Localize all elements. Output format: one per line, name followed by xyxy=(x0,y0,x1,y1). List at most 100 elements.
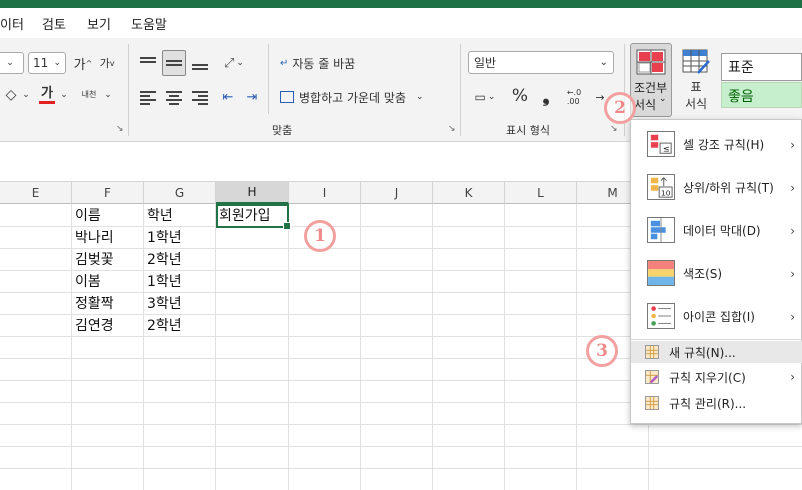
cell-grade[interactable]: 1학년 xyxy=(144,270,182,292)
number-group-launcher[interactable]: ↘ xyxy=(610,124,618,134)
conditional-formatting-button[interactable]: 조건부 서식 ⌄ xyxy=(630,43,672,117)
top-bottom-rules-icon: 10 xyxy=(647,174,675,200)
chevron-right-icon: › xyxy=(790,309,795,324)
alignment-group-launcher[interactable]: ↘ xyxy=(448,124,456,134)
menu-view[interactable]: 보기 xyxy=(87,14,111,33)
menu-data-bars[interactable]: 데이터 막대(D) › xyxy=(631,210,802,251)
cell-name[interactable]: 정활짝 xyxy=(72,292,114,314)
menu-data[interactable]: 이터 xyxy=(0,14,24,33)
font-size-value: 11 xyxy=(33,56,49,70)
chevron-right-icon: › xyxy=(790,223,795,238)
grid-row-line xyxy=(0,468,802,469)
increase-font-button[interactable]: 가 ^ xyxy=(72,52,94,74)
wrap-text-button[interactable]: ↵ 자동 줄 바꿈 xyxy=(280,52,380,74)
menu-clear-rules-label: 규칙 지우기(C) xyxy=(669,370,746,385)
font-color-button[interactable]: 가 xyxy=(36,84,58,106)
font-color-glyph: 가 xyxy=(41,85,53,101)
number-format-dropdown[interactable]: 일반 ⌄ xyxy=(468,51,614,74)
cell-G1[interactable]: 학년 xyxy=(144,204,173,226)
decrease-indent-button[interactable]: ⇤ xyxy=(218,86,238,108)
fill-color-dropdown[interactable]: ⌄ xyxy=(20,84,32,106)
number-group-label: 표시 형식 xyxy=(506,124,550,137)
column-header-k[interactable]: K xyxy=(433,182,505,204)
ribbon-separator xyxy=(268,44,269,114)
menu-top-bottom-rules[interactable]: 10 상위/하위 규칙(T) › xyxy=(631,167,802,208)
increase-decimal-button[interactable]: ←.0 .00 xyxy=(562,84,586,110)
column-header-h[interactable]: H xyxy=(216,182,289,204)
align-top-button[interactable] xyxy=(138,52,158,74)
grid-row-line xyxy=(0,424,802,425)
comma-style-button[interactable]: ❟ xyxy=(536,84,556,108)
cell-name[interactable]: 이봄 xyxy=(72,270,101,292)
cell-style-normal[interactable]: 표준 xyxy=(721,53,802,81)
phonetic-dropdown[interactable]: ⌄ xyxy=(102,84,114,106)
fill-color-button[interactable]: ◇ xyxy=(0,84,22,106)
cell-grade[interactable]: 2학년 xyxy=(144,314,182,336)
phonetic-glyph: 내천 xyxy=(81,90,97,99)
alignment-group-label: 맞춤 xyxy=(272,124,293,137)
increase-indent-button[interactable]: ⇥ xyxy=(242,86,262,108)
cell-F1[interactable]: 이름 xyxy=(72,204,101,226)
currency-icon: ▭ xyxy=(474,90,486,104)
align-right-button[interactable] xyxy=(190,86,210,108)
chevron-down-icon: ⌄ xyxy=(22,90,30,100)
column-header-f[interactable]: F xyxy=(72,182,144,204)
align-bottom-icon xyxy=(192,56,208,70)
chevron-right-icon: › xyxy=(790,180,795,195)
font-color-dropdown[interactable]: ⌄ xyxy=(58,84,70,106)
menu-icon-sets-label: 아이콘 집합(I) xyxy=(683,310,755,324)
cell-grade[interactable]: 3학년 xyxy=(144,292,182,314)
percent-button[interactable]: % xyxy=(508,84,532,108)
align-bottom-button[interactable] xyxy=(190,52,210,74)
menu-color-scales-label: 색조(S) xyxy=(683,267,723,281)
format-as-table-icon xyxy=(682,49,710,74)
menu-icon-sets[interactable]: 아이콘 집합(I) › xyxy=(631,296,802,337)
align-middle-icon xyxy=(166,56,182,70)
cell-name[interactable]: 김벚꽃 xyxy=(72,248,114,270)
accounting-format-button[interactable]: ▭ ⌄ xyxy=(468,86,502,108)
merge-center-button[interactable]: 병합하고 가운데 맞춤 ⌄ xyxy=(280,86,446,108)
decrease-decimal-icon: → xyxy=(595,90,605,104)
cell-grade[interactable]: 2학년 xyxy=(144,248,182,270)
cell-grade[interactable]: 1학년 xyxy=(144,226,182,248)
column-header-i[interactable]: I xyxy=(289,182,361,204)
format-as-table-button[interactable]: 표 서식 xyxy=(676,45,716,119)
chevron-right-icon: › xyxy=(790,370,795,384)
grid-column-line xyxy=(504,204,505,490)
menu-clear-rules[interactable]: 규칙 지우기(C) › xyxy=(631,366,802,388)
menu-help[interactable]: 도움말 xyxy=(131,14,167,33)
align-left-button[interactable] xyxy=(138,86,158,108)
menu-manage-rules-label: 규칙 관리(R)... xyxy=(669,396,747,411)
font-size-dropdown[interactable]: 11 ⌄ xyxy=(28,52,66,74)
wrap-text-label: 자동 줄 바꿈 xyxy=(292,56,356,71)
orientation-button[interactable]: ⤢ ⌄ xyxy=(218,52,250,74)
column-header-j[interactable]: J xyxy=(361,182,433,204)
menu-manage-rules[interactable]: 규칙 관리(R)... xyxy=(631,392,802,414)
data-bars-icon xyxy=(647,217,675,243)
menu-review[interactable]: 검토 xyxy=(42,14,66,33)
cell-name[interactable]: 김연경 xyxy=(72,314,114,336)
font-shrink-glyph: 가 xyxy=(99,57,110,70)
chevron-down-icon: ⌄ xyxy=(659,94,667,104)
cell-style-good[interactable]: 좋음 xyxy=(721,82,802,108)
cell-name[interactable]: 박나리 xyxy=(72,226,114,248)
text-orientation-icon: ⤢ xyxy=(224,55,235,71)
decrease-font-button[interactable]: 가v xyxy=(96,52,118,74)
column-header-g[interactable]: G xyxy=(144,182,216,204)
step-badge-3: 3 xyxy=(586,335,618,367)
menu-separator xyxy=(631,339,802,340)
align-middle-button[interactable] xyxy=(162,50,186,76)
paint-bucket-icon: ◇ xyxy=(5,87,17,103)
phonetic-button[interactable]: 내천 xyxy=(78,84,100,106)
menu-highlight-cell-rules[interactable]: ≤ 셀 강조 규칙(H) › xyxy=(631,124,802,165)
column-header-e[interactable]: E xyxy=(0,182,72,204)
menu-new-rule[interactable]: 새 규칙(N)... xyxy=(631,341,802,363)
active-cell-selection xyxy=(216,204,291,230)
highlight-rules-icon: ≤ xyxy=(647,131,675,157)
align-center-button[interactable] xyxy=(164,86,184,108)
font-name-dropdown[interactable]: ⌄ xyxy=(0,52,24,74)
menu-color-scales[interactable]: 색조(S) › xyxy=(631,253,802,294)
grid-column-line xyxy=(576,204,577,490)
column-header-l[interactable]: L xyxy=(505,182,577,204)
font-group-launcher[interactable]: ↘ xyxy=(116,124,124,134)
